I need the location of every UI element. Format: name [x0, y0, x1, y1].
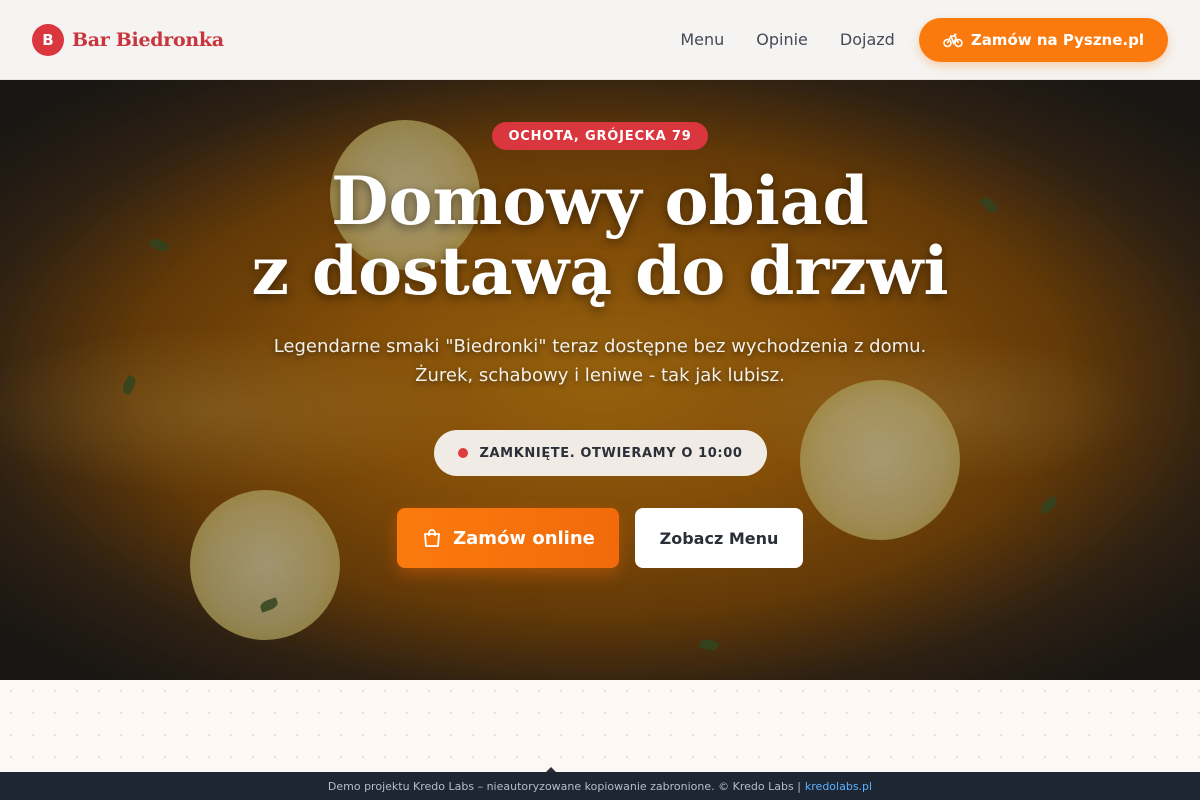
- nav-link-opinie[interactable]: Opinie: [756, 30, 808, 49]
- footer-copyright: Demo projektu Kredo Labs – nieautoryzowa…: [327, 779, 801, 793]
- main-nav: Menu Opinie Dojazd: [680, 30, 894, 49]
- opening-status-pill: ZAMKNIĘTE. OTWIERAMY O 10:00: [433, 430, 767, 476]
- brand-name: Bar Biedronka: [72, 28, 224, 51]
- content-section-preview: [0, 680, 1200, 772]
- brand-mark-icon: B: [32, 23, 64, 56]
- hero-subline-line-2: Żurek, schabowy i leniwe - tak jak lubis…: [415, 365, 785, 386]
- hero-headline: Domowy obiad z dostawą do drzwi: [251, 166, 948, 306]
- brand-logo[interactable]: B Bar Biedronka: [32, 23, 224, 56]
- bicycle-icon: [943, 32, 963, 48]
- nav-link-menu[interactable]: Menu: [680, 30, 724, 49]
- hero-subline-line-1: Legendarne smaki "Biedronki" teraz dostę…: [273, 336, 927, 357]
- order-online-button[interactable]: Zamów online: [397, 508, 619, 568]
- location-badge: OCHOTA, GRÓJECKA 79: [492, 122, 708, 150]
- nav-link-dojazd[interactable]: Dojazd: [840, 30, 895, 49]
- hero-section: OCHOTA, GRÓJECKA 79 Domowy obiad z dosta…: [0, 80, 1200, 680]
- status-dot-icon: [457, 448, 468, 458]
- site-header: B Bar Biedronka Menu Opinie Dojazd Zamów…: [0, 0, 1200, 80]
- shopping-bag-icon: [421, 527, 443, 549]
- hero-subline: Legendarne smaki "Biedronki" teraz dostę…: [274, 332, 927, 390]
- view-menu-button[interactable]: Zobacz Menu: [635, 508, 803, 568]
- hero-headline-line-2: z dostawą do drzwi: [251, 232, 949, 310]
- hero-cta-row: Zamów online Zobacz Menu: [397, 508, 803, 568]
- order-online-label: Zamów online: [453, 527, 595, 549]
- hero-headline-line-1: Domowy obiad: [331, 162, 869, 240]
- demo-footer: Demo projektu Kredo Labs – nieautoryzowa…: [0, 772, 1200, 800]
- hero-content: OCHOTA, GRÓJECKA 79 Domowy obiad z dosta…: [0, 80, 1200, 680]
- order-pyszne-button[interactable]: Zamów na Pyszne.pl: [918, 17, 1168, 62]
- footer-link-kredolabs[interactable]: kredolabs.pl: [805, 780, 872, 793]
- opening-status-text: ZAMKNIĘTE. OTWIERAMY O 10:00: [479, 445, 743, 461]
- order-pyszne-label: Zamów na Pyszne.pl: [970, 30, 1144, 49]
